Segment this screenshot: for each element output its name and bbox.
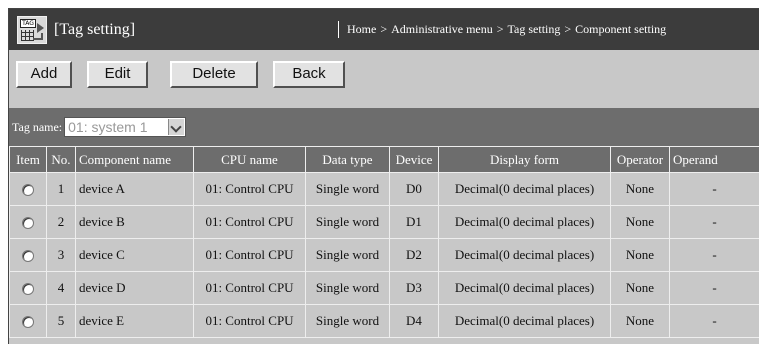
- row-cpu-name: 01: Control CPU: [194, 272, 306, 305]
- radio-button[interactable]: [22, 250, 34, 262]
- tag-setting-window: TAG [Tag setting] Home > Administrative me…: [8, 8, 759, 344]
- radio-button[interactable]: [22, 184, 34, 196]
- tag-name-bar: Tag name: 01: system 1: [9, 108, 759, 146]
- row-component-name: device E: [76, 305, 194, 338]
- row-cpu-name: 01: Control CPU: [194, 206, 306, 239]
- add-button[interactable]: Add: [16, 61, 72, 88]
- radio-button[interactable]: [22, 316, 34, 328]
- row-device: D2: [390, 239, 439, 272]
- component-table: Item No. Component name CPU name Data ty…: [9, 146, 759, 338]
- table-row: 4 device D 01: Control CPU Single word D…: [10, 272, 759, 305]
- row-select-radio-cell[interactable]: [10, 239, 47, 272]
- row-operator: None: [611, 272, 670, 305]
- row-operand: -: [670, 305, 759, 338]
- column-header-operand: Operand: [670, 147, 759, 173]
- radio-button[interactable]: [22, 217, 34, 229]
- row-device: D1: [390, 206, 439, 239]
- column-header-no: No.: [47, 147, 76, 173]
- row-data-type: Single word: [306, 239, 390, 272]
- corner-glyph: [33, 33, 43, 40]
- row-component-name: device B: [76, 206, 194, 239]
- row-display-form: Decimal(0 decimal places): [439, 206, 611, 239]
- row-select-radio-cell[interactable]: [10, 173, 47, 206]
- row-cpu-name: 01: Control CPU: [194, 239, 306, 272]
- title-bar: TAG [Tag setting] Home > Administrative me…: [9, 9, 759, 50]
- row-operator: None: [611, 305, 670, 338]
- column-header-item: Item: [10, 147, 47, 173]
- row-cpu-name: 01: Control CPU: [194, 305, 306, 338]
- table-row: 5 device E 01: Control CPU Single word D…: [10, 305, 759, 338]
- breadcrumb-component-setting: Component setting: [575, 22, 666, 36]
- row-display-form: Decimal(0 decimal places): [439, 173, 611, 206]
- row-select-radio-cell[interactable]: [10, 305, 47, 338]
- column-header-operator: Operator: [611, 147, 670, 173]
- table-row: 2 device B 01: Control CPU Single word D…: [10, 206, 759, 239]
- row-display-form: Decimal(0 decimal places): [439, 272, 611, 305]
- chevron-down-icon: [170, 121, 181, 132]
- column-header-device: Device: [390, 147, 439, 173]
- row-cpu-name: 01: Control CPU: [194, 173, 306, 206]
- row-operand: -: [670, 173, 759, 206]
- breadcrumb-administrative-menu[interactable]: Administrative menu: [391, 22, 493, 36]
- row-component-name: device A: [76, 173, 194, 206]
- edit-button[interactable]: Edit: [87, 61, 148, 88]
- row-display-form: Decimal(0 decimal places): [439, 305, 611, 338]
- column-header-display-form: Display form: [439, 147, 611, 173]
- row-device: D0: [390, 173, 439, 206]
- row-no: 1: [47, 173, 76, 206]
- arrow-glyph: [37, 23, 44, 33]
- breadcrumb-separator: >: [380, 22, 387, 36]
- radio-button[interactable]: [22, 283, 34, 295]
- row-device: D4: [390, 305, 439, 338]
- tag-setting-icon: TAG: [17, 16, 47, 44]
- row-no: 3: [47, 239, 76, 272]
- row-data-type: Single word: [306, 272, 390, 305]
- row-no: 4: [47, 272, 76, 305]
- row-operand: -: [670, 206, 759, 239]
- column-header-component-name: Component name: [76, 147, 194, 173]
- row-operator: None: [611, 206, 670, 239]
- row-data-type: Single word: [306, 206, 390, 239]
- breadcrumb-home[interactable]: Home: [347, 22, 376, 36]
- breadcrumb-tag-setting[interactable]: Tag setting: [508, 22, 561, 36]
- row-select-radio-cell[interactable]: [10, 206, 47, 239]
- back-button[interactable]: Back: [273, 61, 345, 88]
- delete-button[interactable]: Delete: [170, 61, 258, 88]
- tag-name-select[interactable]: 01: system 1: [64, 117, 186, 137]
- row-data-type: Single word: [306, 305, 390, 338]
- row-component-name: device D: [76, 272, 194, 305]
- column-header-cpu-name: CPU name: [194, 147, 306, 173]
- row-operator: None: [611, 173, 670, 206]
- table-header-row: Item No. Component name CPU name Data ty…: [10, 147, 759, 173]
- breadcrumb-separator: >: [497, 22, 504, 36]
- row-no: 2: [47, 206, 76, 239]
- toolbar: Add Edit Delete Back: [9, 50, 759, 108]
- tag-name-value: 01: system 1: [68, 119, 147, 135]
- page-title: [Tag setting]: [54, 21, 135, 39]
- row-device: D3: [390, 272, 439, 305]
- row-data-type: Single word: [306, 173, 390, 206]
- breadcrumb-separator: >: [564, 22, 571, 36]
- tag-name-label: Tag name:: [12, 120, 62, 135]
- table-row: 1 device A 01: Control CPU Single word D…: [10, 173, 759, 206]
- row-operand: -: [670, 239, 759, 272]
- dropdown-button[interactable]: [168, 119, 184, 135]
- row-select-radio-cell[interactable]: [10, 272, 47, 305]
- row-no: 5: [47, 305, 76, 338]
- row-operand: -: [670, 272, 759, 305]
- row-operator: None: [611, 239, 670, 272]
- breadcrumb: Home>Administrative menu>Tag setting>Com…: [338, 21, 666, 38]
- tag-icon-label: TAG: [20, 19, 36, 28]
- column-header-data-type: Data type: [306, 147, 390, 173]
- table-row: 3 device C 01: Control CPU Single word D…: [10, 239, 759, 272]
- row-component-name: device C: [76, 239, 194, 272]
- row-display-form: Decimal(0 decimal places): [439, 239, 611, 272]
